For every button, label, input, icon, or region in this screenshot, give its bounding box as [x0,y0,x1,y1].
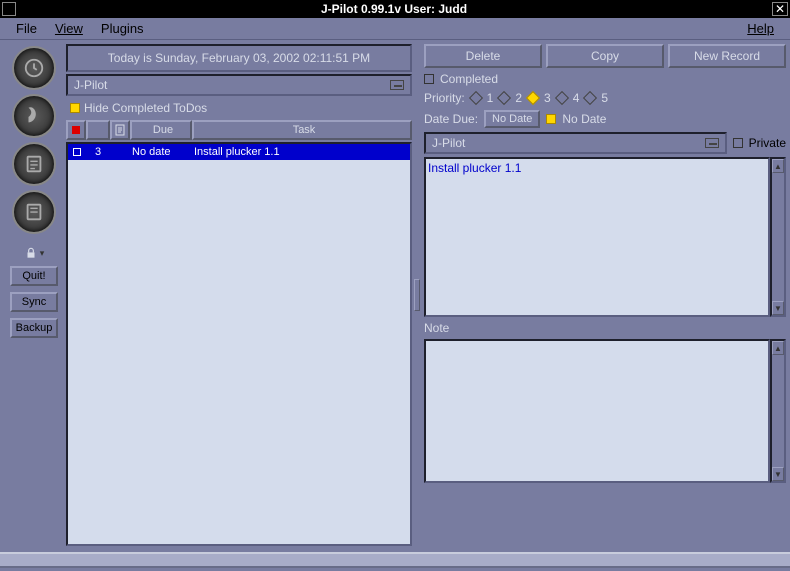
quit-button[interactable]: Quit! [10,266,58,286]
col-priority[interactable] [86,120,110,140]
col-note[interactable] [110,120,130,140]
date-due-row: Date Due: No Date No Date [424,109,786,129]
private-checkbox[interactable] [733,138,743,148]
lock-arrow-icon: ▾ [40,248,45,259]
new-record-button[interactable]: New Record [668,44,786,68]
status-bar [0,552,790,568]
detail-panel: Delete Copy New Record Completed Priorit… [422,44,786,546]
no-date-label: No Date [562,112,606,126]
priority-row: Priority: 1 2 3 4 5 [424,90,786,106]
memo-icon[interactable] [12,190,56,234]
completed-checkbox[interactable]: Completed [424,71,786,87]
sync-button[interactable]: Sync [10,292,58,312]
window-menu-icon[interactable] [2,2,16,16]
lock-icon[interactable] [24,246,38,260]
todo-list[interactable]: 3 No date Install plucker 1.1 [66,142,412,546]
row-checkbox-icon[interactable] [73,148,81,156]
chevron-down-icon [390,80,404,90]
close-icon[interactable]: ✕ [772,2,788,16]
copy-button[interactable]: Copy [546,44,664,68]
pane-splitter[interactable] [414,44,420,546]
menubar: File View Plugins Help [0,18,790,40]
no-date-button[interactable]: No Date [484,110,540,128]
menu-help[interactable]: Help [739,19,782,38]
detail-category-value: J-Pilot [432,136,465,150]
scroll-up-icon[interactable]: ▲ [772,341,784,355]
col-due[interactable]: Due [130,120,192,140]
scroll-down-icon[interactable]: ▼ [772,301,784,315]
detail-category-dropdown[interactable]: J-Pilot [424,132,727,154]
note-icon [115,124,125,136]
todo-icon[interactable] [12,142,56,186]
note-label: Note [424,320,786,336]
col-task[interactable]: Task [192,120,412,140]
priority-radio-4[interactable] [555,91,569,105]
col-flag[interactable] [66,120,86,140]
menu-view[interactable]: View [47,19,91,38]
scroll-down-icon[interactable]: ▼ [772,467,784,481]
backup-button[interactable]: Backup [10,318,58,338]
category-dropdown[interactable]: J-Pilot [66,74,412,96]
datebook-icon[interactable] [12,46,56,90]
category-value: J-Pilot [74,78,107,92]
row-due: No date [128,146,190,158]
row-task: Install plucker 1.1 [190,146,410,158]
table-row[interactable]: 3 No date Install plucker 1.1 [68,144,410,160]
checkbox-icon [424,74,434,84]
checkbox-checked-icon [70,103,80,113]
menu-plugins[interactable]: Plugins [93,19,152,38]
today-label: Today is Sunday, February 03, 2002 02:11… [66,44,412,72]
menu-file[interactable]: File [8,19,45,38]
window-title: J-Pilot 0.99.1v User: Judd [16,2,772,16]
task-textarea[interactable] [424,157,770,317]
scrollbar[interactable]: ▲▼ [770,339,786,483]
completed-label: Completed [440,72,498,86]
flag-icon [72,126,80,134]
address-icon[interactable] [12,94,56,138]
priority-label: Priority: [424,91,465,105]
priority-radio-1[interactable] [469,91,483,105]
window-titlebar: J-Pilot 0.99.1v User: Judd ✕ [0,0,790,18]
scrollbar[interactable]: ▲▼ [770,157,786,317]
hide-completed-label: Hide Completed ToDos [84,101,207,115]
priority-radio-5[interactable] [583,91,597,105]
priority-radio-2[interactable] [497,91,511,105]
app-toolbar: ▾ Quit! Sync Backup [4,44,64,546]
delete-button[interactable]: Delete [424,44,542,68]
chevron-down-icon [705,138,719,148]
list-header: Due Task [66,120,412,140]
priority-radio-3[interactable] [526,91,540,105]
list-panel: Today is Sunday, February 03, 2002 02:11… [66,44,412,546]
hide-completed-checkbox[interactable]: Hide Completed ToDos [66,98,412,118]
row-priority: 3 [86,146,110,158]
private-label: Private [749,136,786,150]
checkbox-checked-icon[interactable] [546,114,556,124]
note-textarea[interactable] [424,339,770,483]
scroll-up-icon[interactable]: ▲ [772,159,784,173]
date-due-label: Date Due: [424,112,478,126]
